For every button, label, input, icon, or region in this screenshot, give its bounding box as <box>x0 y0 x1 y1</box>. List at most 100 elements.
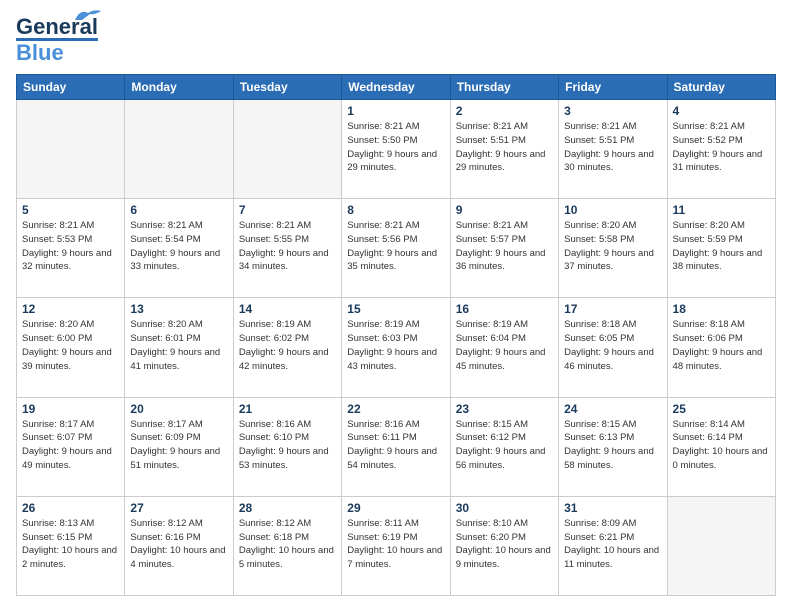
day-detail: Sunrise: 8:21 AM Sunset: 5:53 PM Dayligh… <box>22 219 119 274</box>
day-detail: Sunrise: 8:17 AM Sunset: 6:09 PM Dayligh… <box>130 418 227 473</box>
day-number: 19 <box>22 402 119 416</box>
logo-bird-icon <box>74 8 102 24</box>
day-detail: Sunrise: 8:15 AM Sunset: 6:12 PM Dayligh… <box>456 418 553 473</box>
day-detail: Sunrise: 8:12 AM Sunset: 6:18 PM Dayligh… <box>239 517 336 572</box>
calendar-week-row: 12Sunrise: 8:20 AM Sunset: 6:00 PM Dayli… <box>17 298 776 397</box>
logo: General Blue <box>16 16 98 64</box>
calendar-cell: 31Sunrise: 8:09 AM Sunset: 6:21 PM Dayli… <box>559 496 667 595</box>
day-number: 3 <box>564 104 661 118</box>
day-number: 22 <box>347 402 444 416</box>
calendar-cell: 18 Sunrise: 8:18 AM Sunset: 6:06 PM Dayli… <box>667 298 775 397</box>
calendar-cell: 28 Sunrise: 8:12 AM Sunset: 6:18 PM Dayli… <box>233 496 341 595</box>
calendar-cell: 19 Sunrise: 8:17 AM Sunset: 6:07 PM Dayli… <box>17 397 125 496</box>
day-number: 13 <box>130 302 227 316</box>
day-number: 28 <box>239 501 336 515</box>
calendar-cell: 26 Sunrise: 8:13 AM Sunset: 6:15 PM Dayli… <box>17 496 125 595</box>
calendar-cell: 20Sunrise: 8:17 AM Sunset: 6:09 PM Dayli… <box>125 397 233 496</box>
day-detail: Sunrise: 8:20 AM Sunset: 6:01 PM Dayligh… <box>130 318 227 373</box>
calendar-cell: 3 Sunrise: 8:21 AM Sunset: 5:51 PM Daylig… <box>559 100 667 199</box>
day-number: 26 <box>22 501 119 515</box>
day-detail: Sunrise: 8:21 AM Sunset: 5:51 PM Dayligh… <box>564 120 661 175</box>
day-detail: Sunrise: 8:12 AM Sunset: 6:16 PM Dayligh… <box>130 517 227 572</box>
calendar-cell: 7 Sunrise: 8:21 AM Sunset: 5:55 PM Daylig… <box>233 199 341 298</box>
day-number: 2 <box>456 104 553 118</box>
calendar-day-header: Tuesday <box>233 75 341 100</box>
calendar-cell: 8 Sunrise: 8:21 AM Sunset: 5:56 PM Daylig… <box>342 199 450 298</box>
day-detail: Sunrise: 8:17 AM Sunset: 6:07 PM Dayligh… <box>22 418 119 473</box>
day-detail: Sunrise: 8:18 AM Sunset: 6:06 PM Dayligh… <box>673 318 770 373</box>
day-number: 11 <box>673 203 770 217</box>
day-number: 24 <box>564 402 661 416</box>
day-detail: Sunrise: 8:14 AM Sunset: 6:14 PM Dayligh… <box>673 418 770 473</box>
day-number: 12 <box>22 302 119 316</box>
calendar-cell: 22 Sunrise: 8:16 AM Sunset: 6:11 PM Dayli… <box>342 397 450 496</box>
page: General Blue SundayMondayTuesdayWednesda… <box>0 0 792 612</box>
day-detail: Sunrise: 8:21 AM Sunset: 5:51 PM Dayligh… <box>456 120 553 175</box>
calendar-cell: 4 Sunrise: 8:21 AM Sunset: 5:52 PM Daylig… <box>667 100 775 199</box>
calendar-cell <box>233 100 341 199</box>
day-number: 17 <box>564 302 661 316</box>
day-detail: Sunrise: 8:20 AM Sunset: 5:58 PM Dayligh… <box>564 219 661 274</box>
calendar-cell: 30Sunrise: 8:10 AM Sunset: 6:20 PM Dayli… <box>450 496 558 595</box>
day-number: 9 <box>456 203 553 217</box>
day-number: 18 <box>673 302 770 316</box>
calendar-cell: 12Sunrise: 8:20 AM Sunset: 6:00 PM Dayli… <box>17 298 125 397</box>
logo-general-text: General <box>16 16 98 38</box>
day-number: 1 <box>347 104 444 118</box>
calendar-cell: 11 Sunrise: 8:20 AM Sunset: 5:59 PM Dayli… <box>667 199 775 298</box>
day-detail: Sunrise: 8:19 AM Sunset: 6:04 PM Dayligh… <box>456 318 553 373</box>
calendar-cell: 13 Sunrise: 8:20 AM Sunset: 6:01 PM Dayli… <box>125 298 233 397</box>
day-detail: Sunrise: 8:21 AM Sunset: 5:50 PM Dayligh… <box>347 120 444 175</box>
calendar-cell <box>17 100 125 199</box>
day-detail: Sunrise: 8:19 AM Sunset: 6:03 PM Dayligh… <box>347 318 444 373</box>
calendar-table: SundayMondayTuesdayWednesdayThursdayFrid… <box>16 74 776 596</box>
day-number: 31 <box>564 501 661 515</box>
day-detail: Sunrise: 8:20 AM Sunset: 5:59 PM Dayligh… <box>673 219 770 274</box>
day-number: 30 <box>456 501 553 515</box>
day-number: 7 <box>239 203 336 217</box>
day-detail: Sunrise: 8:21 AM Sunset: 5:56 PM Dayligh… <box>347 219 444 274</box>
calendar-cell: 21Sunrise: 8:16 AM Sunset: 6:10 PM Dayli… <box>233 397 341 496</box>
day-detail: Sunrise: 8:16 AM Sunset: 6:10 PM Dayligh… <box>239 418 336 473</box>
day-number: 10 <box>564 203 661 217</box>
calendar-cell: 14Sunrise: 8:19 AM Sunset: 6:02 PM Dayli… <box>233 298 341 397</box>
calendar-week-row: 19 Sunrise: 8:17 AM Sunset: 6:07 PM Dayli… <box>17 397 776 496</box>
day-detail: Sunrise: 8:13 AM Sunset: 6:15 PM Dayligh… <box>22 517 119 572</box>
header: General Blue <box>16 16 776 64</box>
calendar-cell: 29 Sunrise: 8:11 AM Sunset: 6:19 PM Dayli… <box>342 496 450 595</box>
calendar-cell <box>125 100 233 199</box>
calendar-cell <box>667 496 775 595</box>
day-number: 5 <box>22 203 119 217</box>
calendar-week-row: 1 Sunrise: 8:21 AM Sunset: 5:50 PM Daylig… <box>17 100 776 199</box>
calendar-day-header: Thursday <box>450 75 558 100</box>
day-detail: Sunrise: 8:11 AM Sunset: 6:19 PM Dayligh… <box>347 517 444 572</box>
day-number: 25 <box>673 402 770 416</box>
calendar-week-row: 26 Sunrise: 8:13 AM Sunset: 6:15 PM Dayli… <box>17 496 776 595</box>
day-number: 23 <box>456 402 553 416</box>
day-detail: Sunrise: 8:15 AM Sunset: 6:13 PM Dayligh… <box>564 418 661 473</box>
calendar-cell: 9Sunrise: 8:21 AM Sunset: 5:57 PM Daylig… <box>450 199 558 298</box>
day-number: 4 <box>673 104 770 118</box>
day-number: 8 <box>347 203 444 217</box>
calendar-cell: 15 Sunrise: 8:19 AM Sunset: 6:03 PM Dayli… <box>342 298 450 397</box>
calendar-cell: 16 Sunrise: 8:19 AM Sunset: 6:04 PM Dayli… <box>450 298 558 397</box>
calendar-day-header: Monday <box>125 75 233 100</box>
calendar-cell: 24 Sunrise: 8:15 AM Sunset: 6:13 PM Dayli… <box>559 397 667 496</box>
day-detail: Sunrise: 8:21 AM Sunset: 5:55 PM Dayligh… <box>239 219 336 274</box>
day-detail: Sunrise: 8:21 AM Sunset: 5:52 PM Dayligh… <box>673 120 770 175</box>
day-number: 29 <box>347 501 444 515</box>
calendar-cell: 1 Sunrise: 8:21 AM Sunset: 5:50 PM Daylig… <box>342 100 450 199</box>
calendar-day-header: Saturday <box>667 75 775 100</box>
calendar-cell: 5 Sunrise: 8:21 AM Sunset: 5:53 PM Daylig… <box>17 199 125 298</box>
calendar-cell: 10 Sunrise: 8:20 AM Sunset: 5:58 PM Dayli… <box>559 199 667 298</box>
day-number: 16 <box>456 302 553 316</box>
day-number: 15 <box>347 302 444 316</box>
day-detail: Sunrise: 8:16 AM Sunset: 6:11 PM Dayligh… <box>347 418 444 473</box>
calendar-day-header: Friday <box>559 75 667 100</box>
calendar-cell: 17Sunrise: 8:18 AM Sunset: 6:05 PM Dayli… <box>559 298 667 397</box>
day-detail: Sunrise: 8:19 AM Sunset: 6:02 PM Dayligh… <box>239 318 336 373</box>
calendar-header-row: SundayMondayTuesdayWednesdayThursdayFrid… <box>17 75 776 100</box>
calendar-week-row: 5 Sunrise: 8:21 AM Sunset: 5:53 PM Daylig… <box>17 199 776 298</box>
calendar-cell: 2 Sunrise: 8:21 AM Sunset: 5:51 PM Daylig… <box>450 100 558 199</box>
calendar-cell: 25 Sunrise: 8:14 AM Sunset: 6:14 PM Dayli… <box>667 397 775 496</box>
